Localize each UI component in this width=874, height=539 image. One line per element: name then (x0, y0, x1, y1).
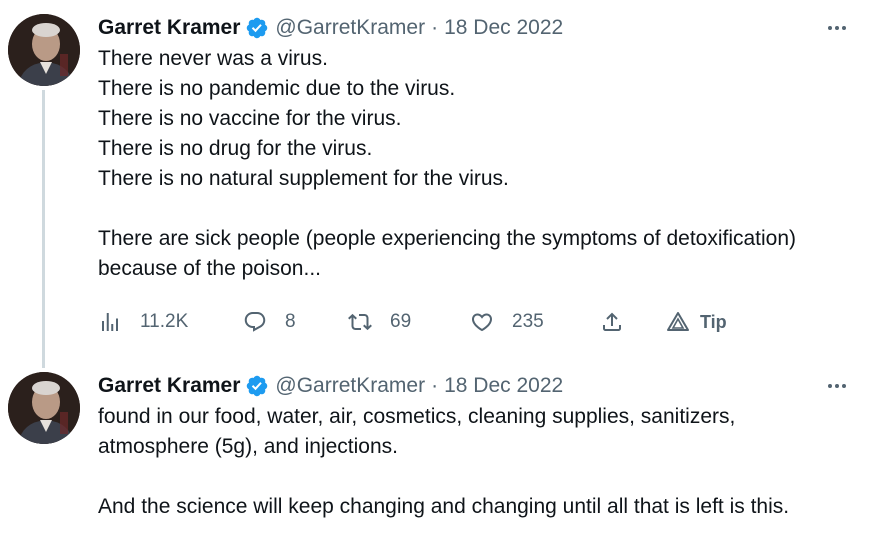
like-button[interactable]: 235 (470, 305, 544, 339)
more-dots-icon[interactable] (820, 12, 854, 44)
verified-badge-icon (245, 16, 269, 40)
share-button[interactable] (600, 305, 624, 339)
tweet-text-line: There is no pandemic due to the virus. (98, 77, 456, 100)
tweet-text-line: because of the poison... (98, 257, 321, 280)
tweet-date[interactable]: 18 Dec 2022 (444, 374, 563, 398)
author-display-name[interactable]: Garret Kramer (98, 374, 240, 398)
tweet-content: Garret Kramer @GarretKramer · 18 Dec 202… (98, 370, 860, 522)
author-display-name[interactable]: Garret Kramer (98, 16, 240, 40)
tweet-text-line: There is no drug for the virus. (98, 137, 373, 160)
author-avatar[interactable] (8, 372, 80, 444)
heart-icon (470, 310, 494, 334)
like-count: 235 (512, 311, 544, 332)
author-avatar[interactable] (8, 14, 80, 86)
tweet-1[interactable]: Garret Kramer @GarretKramer · 18 Dec 202… (0, 0, 874, 368)
tweet-text-line: found in our food, water, air, cosmetics… (98, 405, 736, 428)
tweet-text-line: There are sick people (people experienci… (98, 227, 797, 250)
more-dots-icon[interactable] (820, 370, 854, 402)
author-handle[interactable]: @GarretKramer (275, 374, 425, 398)
retweet-count: 69 (390, 311, 412, 332)
tweet-text-line: There is no natural supplement for the v… (98, 167, 509, 190)
thread-connector-line (42, 90, 45, 368)
tip-button[interactable]: Tip (666, 305, 727, 339)
retweet-arrows-icon (348, 310, 372, 334)
tweet-action-bar: 11.2K 8 69 235 Tip (98, 305, 798, 339)
tweet-header: Garret Kramer @GarretKramer · 18 Dec 202… (98, 12, 860, 44)
avatar-portrait-image (8, 372, 80, 444)
tweet-text: found in our food, water, air, cosmetics… (98, 402, 860, 522)
retweet-button[interactable]: 69 (348, 305, 411, 339)
tweet-text-line: There never was a virus. (98, 47, 328, 70)
header-separator: · (431, 16, 439, 39)
tweet-2[interactable]: Garret Kramer @GarretKramer · 18 Dec 202… (0, 358, 874, 539)
tweet-text: There never was a virus. There is no pan… (98, 44, 860, 284)
views-button[interactable]: 11.2K (98, 305, 188, 339)
share-upload-icon (600, 310, 624, 334)
tweet-text-line: And the science will keep changing and c… (98, 495, 790, 518)
reply-button[interactable]: 8 (243, 305, 296, 339)
tip-label: Tip (700, 311, 727, 332)
reply-count: 8 (285, 311, 296, 332)
reply-bubble-icon (243, 310, 267, 334)
tweet-date[interactable]: 18 Dec 2022 (444, 16, 563, 40)
tweet-text-line: There is no vaccine for the virus. (98, 107, 402, 130)
tip-triangle-icon (666, 310, 690, 334)
views-count: 11.2K (140, 311, 189, 332)
views-bars-icon (98, 310, 122, 334)
avatar-portrait-image (8, 14, 80, 86)
header-separator: · (431, 374, 439, 397)
tweet-text-line: atmosphere (5g), and injections. (98, 435, 398, 458)
verified-badge-icon (245, 374, 269, 398)
tweet-header: Garret Kramer @GarretKramer · 18 Dec 202… (98, 370, 860, 402)
tweet-content: Garret Kramer @GarretKramer · 18 Dec 202… (98, 12, 860, 284)
author-handle[interactable]: @GarretKramer (275, 16, 425, 40)
